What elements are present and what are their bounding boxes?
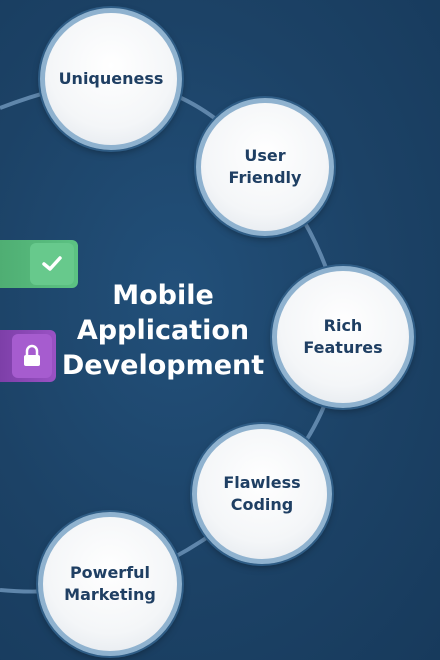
- node-uniqueness: Uniqueness: [40, 8, 182, 150]
- node-powerful-marketing: Powerful Marketing: [38, 512, 182, 656]
- node-user-friendly: User Friendly: [196, 98, 334, 236]
- node-flawless-coding: Flawless Coding: [192, 424, 332, 564]
- lock-icon: [12, 334, 52, 378]
- diagram-canvas: Mobile Application Development Uniquenes…: [0, 0, 440, 660]
- node-rich-features: Rich Features: [272, 266, 414, 408]
- center-title: Mobile Application Development: [61, 280, 265, 381]
- lock-tab: [0, 330, 56, 382]
